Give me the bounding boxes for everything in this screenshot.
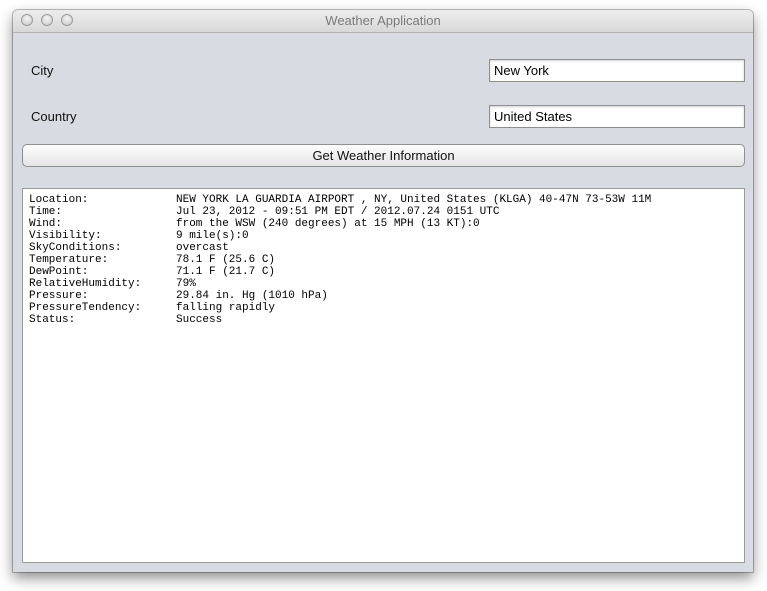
report-row: SkyConditions: overcast [29,242,738,254]
report-key: DewPoint: [29,266,89,278]
report-value: NEW YORK LA GUARDIA AIRPORT , NY, United… [176,194,652,206]
report-value: overcast [176,242,229,254]
city-label: City [31,63,54,78]
city-input[interactable] [489,59,745,82]
report-row: Temperature: 78.1 F (25.6 C) [29,254,738,266]
report-row: Wind: from the WSW (240 degrees) at 15 MP… [29,218,738,230]
report-row: Location: NEW YORK LA GUARDIA AIRPORT , N… [29,194,738,206]
report-row: Visibility: 9 mile(s):0 [29,230,738,242]
report-row: RelativeHumidity: 79% [29,278,738,290]
report-value: 9 mile(s):0 [176,230,249,242]
report-key: Time: [29,206,63,218]
report-key: Pressure: [29,290,89,302]
report-value: Jul 23, 2012 - 09:51 PM EDT / 2012.07.24… [176,206,500,218]
report-row: PressureTendency: falling rapidly [29,302,738,314]
report-value: Success [176,314,223,326]
report-row: Status: Success [29,314,738,326]
report-key: RelativeHumidity: [29,278,142,290]
report-key: Temperature: [29,254,109,266]
report-row: Pressure: 29.84 in. Hg (1010 hPa) [29,290,738,302]
window-title: Weather Application [325,13,441,28]
report-key: Location: [29,194,89,206]
report-key: SkyConditions: [29,242,122,254]
report-row: Time: Jul 23, 2012 - 09:51 PM EDT / 2012.… [29,206,738,218]
weather-report-area[interactable]: Location: NEW YORK LA GUARDIA AIRPORT , N… [22,188,745,563]
app-window: Weather Application City Country Get Wea… [13,10,753,572]
report-row: DewPoint: 71.1 F (21.7 C) [29,266,738,278]
report-value: 71.1 F (21.7 C) [176,266,276,278]
get-weather-button[interactable]: Get Weather Information [22,144,745,167]
report-key: PressureTendency: [29,302,142,314]
report-value: falling rapidly [176,302,276,314]
report-value: from the WSW (240 degrees) at 15 MPH (13… [176,218,480,230]
report-key: Status: [29,314,76,326]
report-value: 78.1 F (25.6 C) [176,254,276,266]
title-bar[interactable]: Weather Application [13,10,753,33]
report-value: 29.84 in. Hg (1010 hPa) [176,290,328,302]
country-input[interactable] [489,105,745,128]
report-key: Visibility: [29,230,102,242]
report-key: Wind: [29,218,63,230]
country-label: Country [31,109,77,124]
report-value: 79% [176,278,196,290]
